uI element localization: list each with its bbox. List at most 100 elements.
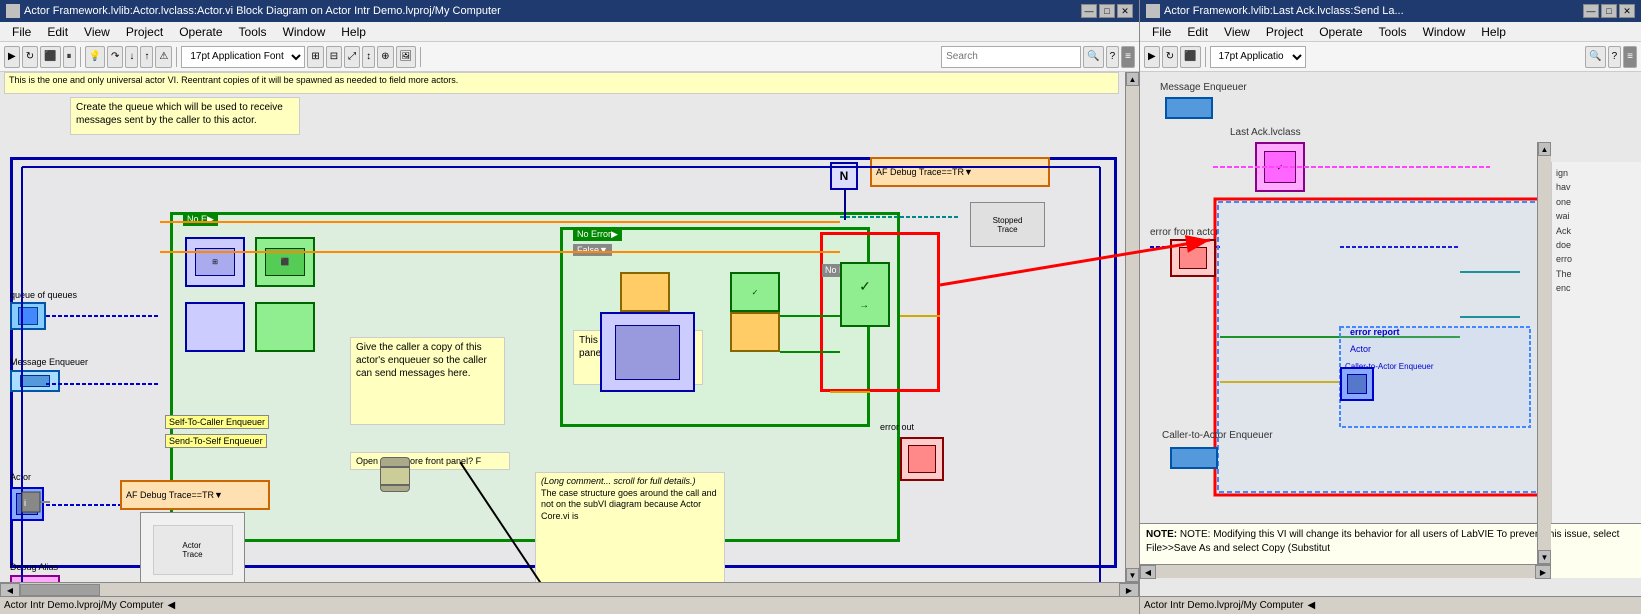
self-to-caller-label: Self-To-Caller Enqueuer: [165, 415, 269, 429]
left-status-text: Actor Intr Demo.lvproj/My Computer: [4, 600, 164, 611]
right-msg-enqueuer-block: [1165, 97, 1213, 119]
pause-button[interactable]: ⏸: [63, 46, 76, 68]
menu-view[interactable]: View: [76, 23, 118, 41]
left-scrollbar-x[interactable]: ◀ ▶: [0, 582, 1139, 596]
left-title-bar: Actor Framework.lvlib:Actor.lvclass:Acto…: [0, 0, 1139, 22]
reorder-button[interactable]: ↕: [362, 46, 375, 68]
tb-sep3: [420, 47, 421, 67]
vi-block-orange-right: [730, 312, 780, 352]
menu-tools[interactable]: Tools: [231, 23, 275, 41]
warn-button[interactable]: ⚠: [155, 46, 172, 68]
queue-of-queues-label: queue of queues: [10, 290, 77, 300]
right-menu-window[interactable]: Window: [1415, 23, 1474, 41]
queue-of-queues-block: [10, 302, 46, 330]
right-error-from-actor-label: error from actor: [1150, 227, 1219, 238]
vi-block-1: ⊞: [185, 237, 245, 287]
run-cont-button[interactable]: ↻: [22, 46, 38, 68]
right-caller-enqueuer-label: Caller-to-Actor Enqueuer: [1162, 430, 1273, 441]
maximize-button[interactable]: □: [1099, 4, 1115, 18]
menu-project[interactable]: Project: [118, 23, 171, 41]
right-maximize-button[interactable]: □: [1601, 4, 1617, 18]
distrib-button[interactable]: ⊟: [326, 46, 342, 68]
left-scrollbar-y[interactable]: ▲ ▼: [1125, 72, 1139, 582]
right-help-button[interactable]: ?: [1608, 46, 1622, 68]
right-search-icon[interactable]: 🔍: [1585, 46, 1605, 68]
actor-block-left: [10, 487, 44, 521]
right-menu-help[interactable]: Help: [1473, 23, 1514, 41]
font-dropdown[interactable]: 17pt Application Font: [181, 46, 305, 68]
right-actor-block: [1340, 367, 1374, 401]
tb-sep2: [176, 47, 177, 67]
search-input[interactable]: [941, 46, 1081, 68]
highlight-button[interactable]: 💡: [85, 46, 105, 68]
search-icon-btn[interactable]: 🔍: [1083, 46, 1103, 68]
vi-block-green-right: ✓: [730, 272, 780, 312]
right-status-bar: Actor Intr Demo.lvproj/My Computer ◀: [1140, 596, 1641, 614]
vi-block-yellow: [620, 272, 670, 312]
menu-operate[interactable]: Operate: [171, 23, 230, 41]
right-tb-sep1: [1205, 47, 1206, 67]
right-menu-file[interactable]: File: [1144, 23, 1179, 41]
close-button[interactable]: ✕: [1117, 4, 1133, 18]
send-to-self-label: Send-To-Self Enqueuer: [165, 434, 267, 448]
right-menu-view[interactable]: View: [1216, 23, 1258, 41]
diagonal-line: [460, 462, 580, 596]
give-caller-comment: Give the caller a copy of this actor's e…: [350, 337, 505, 425]
error-out-block: [900, 437, 944, 481]
left-window-title: Actor Framework.lvlib:Actor.lvclass:Acto…: [24, 5, 1081, 17]
right-menu-project[interactable]: Project: [1258, 23, 1311, 41]
right-caller-enqueuer-block: [1170, 447, 1218, 469]
right-menu-edit[interactable]: Edit: [1179, 23, 1216, 41]
right-title-bar: Actor Framework.lvlib:Last Ack.lvclass:S…: [1140, 0, 1641, 22]
step-into-button[interactable]: ↓: [125, 46, 138, 68]
extra-button[interactable]: ≡: [1121, 46, 1135, 68]
left-toolbar: ▶ ↻ ⬛ ⏸ 💡 ↷ ↓ ↑ ⚠ 17pt Application Font …: [0, 42, 1139, 72]
abort-button[interactable]: ⬛: [40, 46, 60, 68]
right-font-dropdown[interactable]: 17pt Applicatio: [1210, 46, 1306, 68]
step-over-button[interactable]: ↷: [107, 46, 123, 68]
menu-window[interactable]: Window: [275, 23, 334, 41]
right-menu-tools[interactable]: Tools: [1371, 23, 1415, 41]
right-side-panel-text: ignhavonewaiAckdoeerroTheenc: [1551, 162, 1641, 542]
right-run-cont-button[interactable]: ↻: [1162, 46, 1178, 68]
env-button[interactable]: 🖼: [396, 46, 417, 68]
right-menu-bar: File Edit View Project Operate Tools Win…: [1140, 22, 1641, 42]
right-scrollbar-y[interactable]: ▲ ▼: [1537, 142, 1551, 564]
resize-button[interactable]: ⤢: [344, 46, 360, 68]
n-wire-v: [844, 190, 846, 220]
msg-enqueuer-label-left: Message Enqueuer: [10, 357, 88, 367]
vi-block-center: [600, 312, 695, 392]
menu-file[interactable]: File: [4, 23, 39, 41]
left-window: Actor Framework.lvlib:Actor.lvclass:Acto…: [0, 0, 1140, 614]
af-debug-trace-top: AF Debug Trace==TR▼: [870, 157, 1050, 187]
run-button[interactable]: ▶: [4, 46, 20, 68]
menu-edit[interactable]: Edit: [39, 23, 76, 41]
right-extra-button[interactable]: ≡: [1623, 46, 1637, 68]
queue-comment: Create the queue which will be used to r…: [70, 97, 300, 135]
vi-check-block: ✓→: [840, 262, 890, 327]
right-abort-button[interactable]: ⬛: [1180, 46, 1200, 68]
menu-help[interactable]: Help: [333, 23, 374, 41]
left-diagram-area[interactable]: This is the one and only universal actor…: [0, 72, 1139, 596]
af-debug-trace-left: AF Debug Trace==TR▼: [120, 480, 270, 510]
right-scrollbar-x[interactable]: ◀ ▶: [1140, 564, 1551, 578]
top-comment: This is the one and only universal actor…: [4, 72, 1119, 94]
right-close-button[interactable]: ✕: [1619, 4, 1635, 18]
right-error-from-actor-block: [1170, 239, 1216, 277]
right-window: Actor Framework.lvlib:Last Ack.lvclass:S…: [1140, 0, 1641, 614]
right-menu-operate[interactable]: Operate: [1311, 23, 1370, 41]
db-icon: [380, 457, 410, 492]
right-minimize-button[interactable]: —: [1583, 4, 1599, 18]
palette-button[interactable]: ⊕: [377, 46, 393, 68]
right-run-button[interactable]: ▶: [1144, 46, 1160, 68]
right-error-report-label: error report: [1350, 327, 1400, 337]
right-diagram-area[interactable]: Message Enqueuer Last Ack.lvclass ✓ erro…: [1140, 72, 1641, 596]
minimize-button[interactable]: —: [1081, 4, 1097, 18]
step-out-button[interactable]: ↑: [140, 46, 153, 68]
help-button[interactable]: ?: [1106, 46, 1120, 68]
align-button[interactable]: ⊞: [307, 46, 323, 68]
right-status-text: Actor Intr Demo.lvproj/My Computer: [1144, 600, 1304, 611]
vi-block-2: ⬛: [255, 237, 315, 287]
left-menu-bar: File Edit View Project Operate Tools Win…: [0, 22, 1139, 42]
vi-block-3: [185, 302, 245, 352]
